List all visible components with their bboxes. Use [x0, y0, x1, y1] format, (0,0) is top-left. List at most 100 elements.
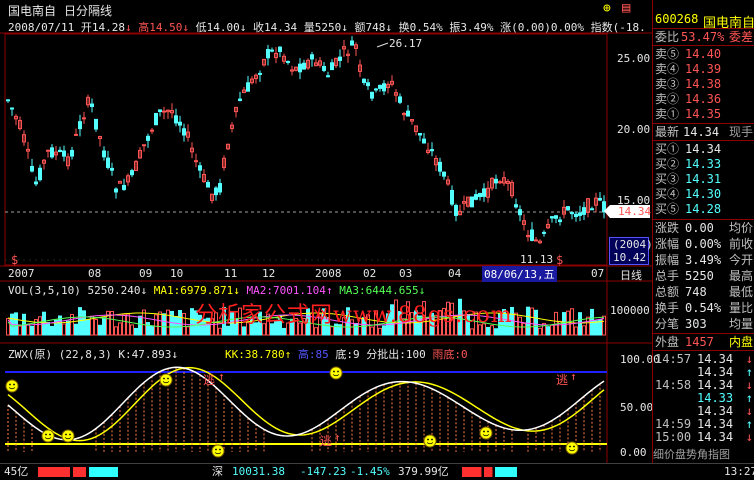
period-mode[interactable]: 日线: [620, 267, 642, 283]
volume-bar: [102, 317, 106, 336]
chart-icon[interactable]: ▤: [622, 0, 630, 16]
candle-body: [106, 157, 110, 168]
market-pct: -1.45%: [350, 465, 390, 478]
chart-area[interactable]: 国电南自 日分隔线 ⊕ ▤ 2008/07/11 开14.28↓ 高14.50↓…: [0, 0, 660, 463]
candle-body: [582, 207, 586, 215]
volume-bar: [514, 312, 518, 336]
add-icon[interactable]: ⊕: [603, 1, 611, 16]
volume-bar: [146, 322, 150, 336]
stat-label: 总手: [655, 269, 680, 283]
market-change: -147.23: [300, 465, 347, 478]
status-left: 45亿: [4, 465, 29, 478]
candle-body: [38, 167, 42, 181]
ind-k: K:47.893: [118, 348, 172, 361]
volume-bar: [550, 324, 554, 336]
candle-body: [154, 112, 158, 126]
volume-bar: [38, 316, 42, 336]
sell-price: 14.39: [685, 62, 722, 76]
wei-bi-value: 53.47%: [681, 30, 725, 44]
volume-bar: [154, 314, 158, 336]
candle-body: [534, 239, 538, 242]
watermark: 分析家公式网www.88gs.com: [195, 303, 513, 328]
volume-bar: [186, 326, 190, 336]
candle-body: [406, 110, 410, 117]
escape-signal: 逃: [320, 434, 333, 448]
latest-price: 14.34: [683, 125, 720, 139]
x-label: 09: [139, 267, 153, 280]
volume-bar: [74, 323, 78, 336]
current-price: 14.34: [618, 205, 652, 218]
x-label: 2007: [8, 267, 35, 280]
sell-price: 14.40: [685, 47, 722, 61]
candle-body: [326, 75, 330, 78]
volume-bar: [138, 315, 142, 336]
candle-body: [246, 82, 250, 92]
x-label: 03: [399, 267, 413, 280]
clock: 13:27: [724, 465, 754, 478]
sell-row: 卖⑤ 14.40: [653, 47, 754, 61]
candle-body: [322, 65, 326, 71]
buy-row: 买② 14.33: [653, 157, 754, 171]
quote-volume: 量5250: [303, 21, 342, 34]
candle-body: [46, 149, 50, 152]
volume-bar: [134, 327, 138, 336]
tick-row: 15:00 14.34 ↓: [653, 431, 754, 444]
volume-bar: [82, 310, 86, 336]
candle-body: [470, 196, 474, 208]
buy-label: 买②: [655, 157, 680, 171]
kline-chart[interactable]: [0, 0, 652, 463]
candle-body: [310, 54, 314, 60]
inner-label: 内盘: [728, 335, 753, 349]
period-label: 日分隔线: [64, 4, 113, 18]
volume-bar: [470, 328, 474, 336]
volume-bar: [158, 311, 162, 336]
price-tick-25: 25.00: [617, 52, 651, 65]
quote-panel: 600268 国电南自 委比 53.47% 委差 卖⑤ 14.40 卖④ 14.…: [652, 0, 754, 463]
ind-name: ZWX(原): [8, 348, 53, 361]
volume-bar: [578, 312, 582, 336]
stat-value: 0.00: [685, 221, 714, 235]
candle-body: [90, 103, 94, 108]
breadth-bar: [38, 467, 118, 477]
candle-body: [62, 150, 66, 157]
trough-label: 11.13: [520, 253, 554, 266]
sell-price: 14.35: [685, 107, 722, 121]
vol-ma2: MA2:7001.104: [246, 284, 326, 297]
stat-row: 分笔 303 均量: [653, 317, 754, 331]
volume-bar: [594, 320, 598, 336]
panel-footer-tabs[interactable]: 细价盘势角指图: [653, 446, 730, 462]
volume-bar: [586, 316, 590, 336]
smiley-icon: [61, 429, 75, 443]
candle-body: [542, 231, 546, 234]
candle-body: [238, 98, 242, 101]
outer-label: 外盘: [655, 335, 680, 349]
volume-bar: [126, 313, 130, 336]
stat-row: 振幅 3.49% 今开: [653, 253, 754, 267]
candle-body: [182, 128, 186, 136]
smiley-eye: [573, 445, 575, 448]
candle-body: [94, 118, 98, 130]
status-bar: 45亿 深 10031.38 -147.23 -1.45% 379.99亿 13…: [0, 463, 754, 480]
stat-right-label: 前收: [728, 237, 753, 251]
candle-body: [74, 133, 78, 136]
candle-body: [102, 150, 106, 158]
stat-label: 涨跌: [655, 221, 680, 235]
smiley-eye: [13, 383, 15, 386]
cursor-date: 08/06/13,五: [482, 266, 557, 282]
up-arrow-icon: ↑: [570, 370, 577, 383]
price-tick-20: 20.00: [617, 123, 651, 136]
x-label: 11: [224, 267, 238, 280]
candle-body: [438, 161, 442, 172]
candle-body: [494, 178, 498, 184]
tick-time: 14:57: [655, 352, 692, 366]
volume-bar: [174, 316, 178, 336]
smiley-eye: [167, 377, 169, 380]
candle-body: [58, 149, 62, 153]
volume-bar: [494, 328, 498, 336]
smiley-icon: [423, 434, 437, 448]
vol-tick: 100000: [610, 304, 650, 317]
stat-value: 5250: [685, 269, 714, 283]
candle-body: [374, 88, 378, 91]
candle-body: [442, 171, 446, 177]
sell-label: 卖④: [655, 62, 680, 76]
